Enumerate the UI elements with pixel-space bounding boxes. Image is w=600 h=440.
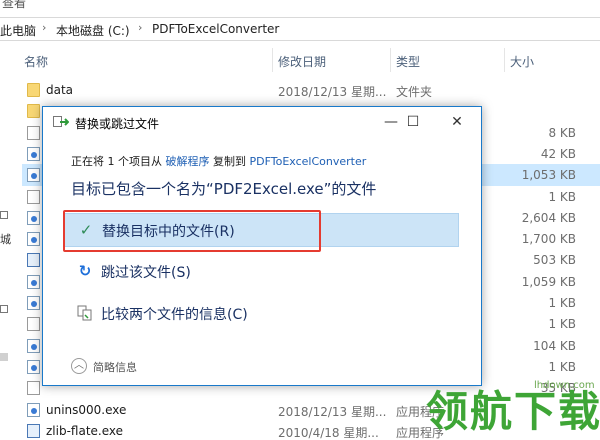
ribbon-menu-strip: 查看 xyxy=(0,0,600,14)
column-divider[interactable] xyxy=(504,48,505,72)
breadcrumb-separator[interactable]: › xyxy=(138,21,142,34)
file-size: 35 KB xyxy=(540,381,576,396)
file-type: 应用程序 xyxy=(396,404,445,419)
navigation-pane[interactable]: 城 xyxy=(0,41,18,440)
document-icon xyxy=(27,125,40,140)
breadcrumb-separator[interactable]: › xyxy=(42,21,46,34)
app-window-icon xyxy=(27,423,40,438)
destination-folder-link[interactable]: PDFToExcelConverter xyxy=(250,155,367,168)
fewer-details-label: 简略信息 xyxy=(93,361,137,374)
file-date: 2018/12/13 星期... xyxy=(278,85,387,99)
nav-drive-icon xyxy=(0,305,8,313)
close-button[interactable]: ✕ xyxy=(445,111,469,133)
compare-files-option[interactable]: 比较两个文件的信息(C) xyxy=(63,297,459,331)
folder-icon xyxy=(27,104,40,119)
file-size: 1,700 KB xyxy=(521,232,576,247)
column-divider[interactable] xyxy=(272,48,273,72)
skip-file-label: 跳过该文件(S) xyxy=(101,265,191,281)
file-size: 503 KB xyxy=(533,253,576,268)
copy-prefix-text: 正在将 1 个项目从 xyxy=(71,155,162,168)
file-size: 104 KB xyxy=(533,338,576,353)
globe-file-icon xyxy=(27,338,40,353)
column-name[interactable]: 名称 xyxy=(24,53,48,70)
breadcrumb-local-disk[interactable]: 本地磁盘 (C:) xyxy=(56,22,130,39)
compare-files-label: 比较两个文件的信息(C) xyxy=(101,307,248,323)
minimize-button[interactable]: — xyxy=(379,111,403,133)
view-menu-label[interactable]: 查看 xyxy=(2,0,26,11)
document-icon xyxy=(27,189,40,204)
column-date[interactable]: 修改日期 xyxy=(278,53,326,70)
chevron-up-icon: ︿ xyxy=(71,358,87,374)
file-size: 1 KB xyxy=(548,317,576,332)
nav-item-label[interactable]: 城 xyxy=(0,231,11,247)
document-icon xyxy=(27,381,40,396)
file-type: 文件夹 xyxy=(396,85,433,99)
file-size: 1,053 KB xyxy=(521,168,576,183)
copy-status-line: 正在将 1 个项目从 破解程序 复制到 PDFToExcelConverter xyxy=(71,153,366,169)
file-size: 2,604 KB xyxy=(521,210,576,225)
file-transfer-icon xyxy=(53,116,69,127)
maximize-button[interactable]: ☐ xyxy=(401,111,425,133)
nav-network-icon xyxy=(0,353,8,361)
nav-drive-icon xyxy=(0,211,8,219)
file-size: 42 KB xyxy=(540,146,576,161)
file-name: data xyxy=(46,83,74,97)
red-highlight-annotation xyxy=(63,210,321,252)
file-size: 1 KB xyxy=(548,359,576,374)
breadcrumb-pdftoexcelconverter[interactable]: PDFToExcelConverter xyxy=(152,22,279,36)
column-size[interactable]: 大小 xyxy=(510,53,534,70)
document-icon xyxy=(27,317,40,332)
file-size: 1,059 KB xyxy=(521,274,576,289)
file-size: 8 KB xyxy=(548,125,576,140)
column-header: 名称 修改日期 类型 大小 xyxy=(22,48,600,72)
breadcrumb-this-pc[interactable]: 此电脑 xyxy=(0,22,36,39)
settings-file-icon xyxy=(27,146,40,161)
file-date: 2018/12/13 星期... xyxy=(278,404,387,419)
source-folder-link[interactable]: 破解程序 xyxy=(166,155,210,168)
skip-file-option[interactable]: ↻ 跳过该文件(S) xyxy=(63,255,459,289)
installer-icon xyxy=(27,402,40,417)
settings-file-icon xyxy=(27,168,40,183)
conflict-headline: 目标已包含一个名为“PDF2Excel.exe”的文件 xyxy=(71,180,377,198)
column-type[interactable]: 类型 xyxy=(396,53,420,70)
app-window-icon xyxy=(27,253,40,268)
compare-files-icon xyxy=(77,305,92,321)
address-bar[interactable]: 此电脑 › 本地磁盘 (C:) › PDFToExcelConverter xyxy=(0,17,600,41)
dialog-titlebar[interactable]: 替换或跳过文件 — ☐ ✕ xyxy=(43,107,481,137)
settings-file-icon xyxy=(27,296,40,310)
file-size: 1 KB xyxy=(548,296,576,310)
file-name: unins000.exe xyxy=(46,402,127,417)
copy-middle-text: 复制到 xyxy=(213,155,246,168)
settings-file-icon xyxy=(27,232,40,247)
file-name: zlib-flate.exe xyxy=(46,423,124,438)
skip-arrow-icon: ↻ xyxy=(78,262,92,280)
file-date: 2010/4/18 星期... xyxy=(278,425,379,440)
file-row[interactable]: data 2018/12/13 星期... 文件夹 xyxy=(22,79,600,101)
settings-file-icon xyxy=(27,274,40,289)
file-size: 1 KB xyxy=(548,189,576,204)
file-row[interactable]: unins000.exe 2018/12/13 星期... 应用程序 xyxy=(22,399,600,421)
column-divider[interactable] xyxy=(390,48,391,72)
settings-file-icon xyxy=(27,359,40,374)
folder-icon xyxy=(27,83,40,97)
installer-icon xyxy=(27,210,40,225)
file-row[interactable]: zlib-flate.exe 2010/4/18 星期... 应用程序 xyxy=(22,420,600,440)
dialog-title: 替换或跳过文件 xyxy=(75,117,160,131)
file-type: 应用程序 xyxy=(396,425,445,440)
